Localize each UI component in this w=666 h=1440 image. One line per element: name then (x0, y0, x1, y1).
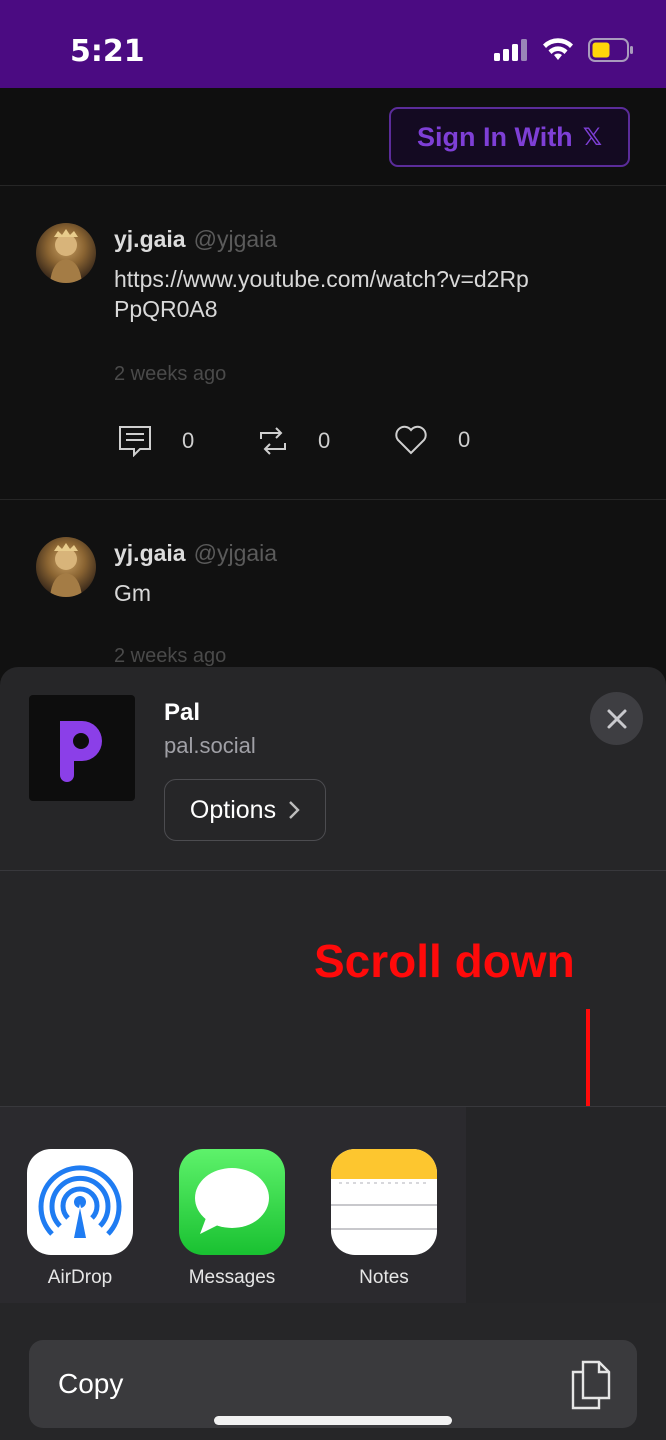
avatar-statue-image (50, 543, 82, 597)
wifi-icon (543, 38, 573, 60)
copy-icon (571, 1360, 611, 1410)
share-app-messages[interactable]: Messages (179, 1149, 285, 1289)
share-app-label: Notes (359, 1267, 409, 1288)
home-indicator[interactable] (214, 1416, 452, 1425)
comment-action[interactable]: 0 (118, 425, 194, 457)
sign-in-with-x-button[interactable]: Sign In With 𝕏 (389, 107, 630, 167)
comment-icon (119, 426, 151, 457)
author-name: yj.gaia (114, 540, 186, 566)
notes-icon (331, 1149, 437, 1255)
status-time: 5:21 (70, 34, 145, 69)
like-action[interactable]: 0 (394, 425, 470, 455)
share-app-subtitle: pal.social (164, 733, 256, 758)
author-handle: @yjgaia (193, 540, 278, 566)
avatar[interactable] (36, 537, 96, 597)
avatar-statue-image (50, 229, 82, 283)
x-logo-icon: 𝕏 (582, 123, 603, 151)
status-bar: 5:21 (0, 0, 666, 88)
share-app-airdrop[interactable]: AirDrop (27, 1149, 133, 1289)
post-author[interactable]: yj.gaia @yjgaia (114, 540, 277, 567)
cellular-signal-icon (494, 39, 527, 61)
sign-in-label: Sign In With (416, 121, 573, 152)
options-button[interactable]: Options (164, 779, 326, 841)
post-author[interactable]: yj.gaia @yjgaia (114, 226, 277, 253)
copy-label: Copy (58, 1368, 124, 1399)
author-handle: @yjgaia (193, 226, 278, 252)
share-app-notes[interactable]: Notes (331, 1149, 437, 1289)
share-sheet: Pal pal.social Options Scroll down AirDr… (0, 667, 666, 1440)
heart-icon (395, 425, 427, 455)
pal-app-icon (29, 695, 135, 801)
like-count: 0 (458, 427, 471, 452)
share-app-label: AirDrop (47, 1267, 113, 1288)
repost-icon (260, 427, 286, 455)
close-button[interactable] (590, 692, 643, 745)
author-name: yj.gaia (114, 226, 186, 252)
share-row-empty-slot (466, 1107, 666, 1303)
sheet-divider (0, 870, 666, 871)
chevron-right-icon (289, 801, 300, 819)
airdrop-icon (27, 1149, 133, 1255)
post-timestamp: 2 weeks ago (114, 645, 227, 667)
battery-icon (588, 38, 633, 62)
post-timestamp: 2 weeks ago (114, 363, 227, 385)
post-body: Gm (114, 580, 152, 606)
messages-icon (179, 1149, 285, 1255)
share-app-label: Messages (188, 1267, 276, 1288)
options-label: Options (189, 795, 277, 824)
app-header: Sign In With 𝕏 (0, 88, 666, 186)
close-icon (607, 709, 626, 728)
scroll-down-annotation: Scroll down (314, 935, 575, 987)
status-icons (494, 38, 634, 62)
repost-action[interactable]: 0 (258, 425, 330, 457)
repost-count: 0 (318, 428, 331, 453)
avatar[interactable] (36, 223, 96, 283)
share-app-title: Pal (164, 699, 201, 726)
pal-logo-icon (60, 721, 102, 782)
post-body: https://www.youtube.com/watch?v=d2RpPpQR… (114, 266, 529, 322)
comment-count: 0 (182, 428, 195, 453)
copy-action-row[interactable]: Copy (29, 1340, 637, 1428)
post-card[interactable]: yj.gaia @yjgaia https://www.youtube.com/w… (0, 187, 666, 500)
